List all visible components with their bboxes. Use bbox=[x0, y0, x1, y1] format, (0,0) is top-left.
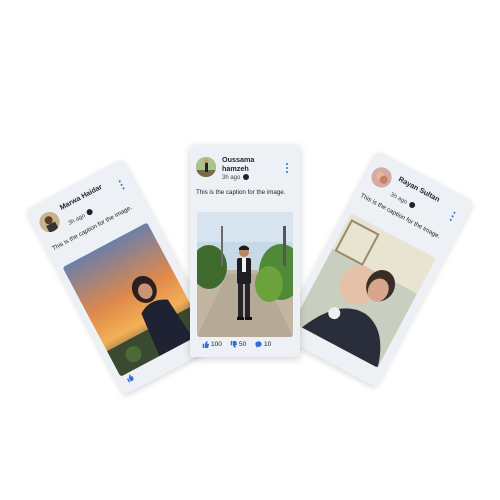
like-button[interactable]: 100 bbox=[202, 341, 222, 348]
thumbs-down-icon bbox=[230, 341, 237, 348]
thumbs-up-icon bbox=[126, 374, 134, 383]
post-cards-showcase: Marwa Haidar 3h ago This is the caption … bbox=[0, 0, 500, 500]
like-button[interactable] bbox=[125, 373, 134, 383]
globe-icon bbox=[243, 174, 250, 180]
more-vertical-icon[interactable] bbox=[282, 163, 292, 175]
post-actions: 100 50 10 bbox=[200, 341, 294, 351]
dislike-button[interactable]: 50 bbox=[230, 341, 246, 348]
avatar[interactable] bbox=[196, 157, 216, 177]
post-card-right[interactable]: Rayan Sultan 3h ago This is the caption … bbox=[279, 150, 475, 388]
globe-icon bbox=[408, 200, 417, 210]
avatar[interactable] bbox=[368, 163, 396, 191]
post-time-text: 3h ago bbox=[222, 175, 241, 181]
author-name[interactable]: Marwa Haidar bbox=[58, 176, 115, 212]
post-time: 3h ago bbox=[222, 174, 250, 181]
dislike-count: 50 bbox=[239, 341, 247, 348]
post-card-center[interactable]: Oussama hamzeh 3h ago This is the captio… bbox=[190, 145, 300, 357]
comment-icon bbox=[255, 341, 262, 348]
comment-count: 10 bbox=[264, 341, 272, 348]
thumbs-up-icon bbox=[202, 341, 209, 348]
post-header: Oussama hamzeh 3h ago bbox=[196, 155, 294, 185]
more-vertical-icon[interactable] bbox=[445, 210, 459, 225]
like-count: 100 bbox=[211, 341, 222, 348]
author-name[interactable]: Oussama hamzeh bbox=[222, 155, 282, 173]
post-caption: This is the caption for the image. bbox=[196, 189, 286, 196]
post-image[interactable] bbox=[292, 213, 436, 368]
comment-button[interactable]: 10 bbox=[255, 341, 271, 348]
post-time: 3h ago bbox=[389, 191, 417, 210]
globe-icon bbox=[85, 208, 94, 217]
avatar[interactable] bbox=[36, 208, 64, 236]
more-vertical-icon[interactable] bbox=[115, 178, 129, 193]
post-image[interactable] bbox=[197, 212, 293, 337]
post-time-text: 3h ago bbox=[389, 191, 409, 206]
post-time-text: 3h ago bbox=[67, 212, 87, 227]
